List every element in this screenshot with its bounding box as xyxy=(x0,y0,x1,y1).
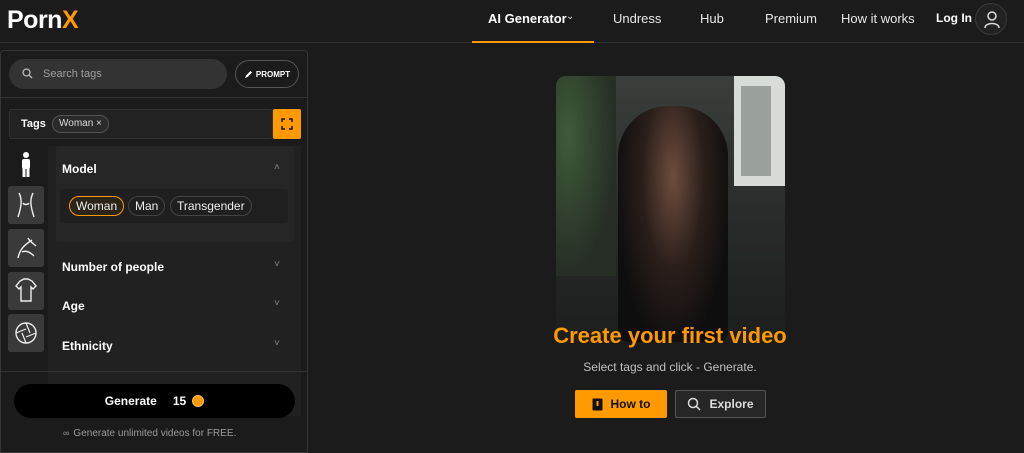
category-list: Model ˄ Woman Man Transgender Number of … xyxy=(48,146,301,416)
search-input[interactable] xyxy=(43,59,223,89)
pose-icon xyxy=(17,237,37,259)
infinity-icon: ∞ xyxy=(63,428,70,438)
chevron-up-icon[interactable]: ˄ xyxy=(274,162,280,173)
divider xyxy=(1,97,307,98)
expand-icon xyxy=(281,118,293,130)
search-box[interactable] xyxy=(9,59,227,89)
explore-label: Explore xyxy=(709,397,754,411)
tags-label: Tags xyxy=(21,118,46,130)
option-transgender[interactable]: Transgender xyxy=(170,196,252,216)
free-note: ∞ Generate unlimited videos for FREE. xyxy=(63,428,236,439)
search-icon xyxy=(688,397,702,411)
page-title: Create your first video xyxy=(553,323,787,348)
section-number-of-people[interactable]: Number of people xyxy=(62,260,164,274)
clothing-icon xyxy=(15,278,37,302)
logo-accent: X xyxy=(61,6,79,34)
expand-button[interactable] xyxy=(273,109,301,139)
generator-panel: PROMPT Tags Woman × xyxy=(0,50,308,453)
generate-label: Generate xyxy=(104,394,157,408)
top-nav: PornX AI Generator ⌄ Undress Hub Premium… xyxy=(0,0,1024,43)
category-camera[interactable] xyxy=(8,314,44,352)
category-body[interactable] xyxy=(8,186,44,224)
book-icon xyxy=(592,398,602,410)
user-icon xyxy=(984,11,1000,29)
category-clothing[interactable] xyxy=(8,272,44,310)
category-model[interactable] xyxy=(8,146,44,184)
login-link[interactable]: Log In xyxy=(936,11,972,25)
how-to-label: How to xyxy=(610,397,651,411)
nav-ai-generator[interactable]: AI Generator ⌄ xyxy=(472,0,594,43)
pencil-icon xyxy=(244,70,252,78)
preview-background xyxy=(741,86,771,176)
how-to-button[interactable]: How to xyxy=(575,390,667,418)
user-account-button[interactable] xyxy=(975,3,1007,35)
nav-how-it-works[interactable]: How it works xyxy=(841,11,915,26)
chevron-down-icon: ⌄ xyxy=(566,11,575,22)
nav-undress[interactable]: Undress xyxy=(613,11,661,26)
page-subtitle: Select tags and click - Generate. xyxy=(583,360,757,374)
section-model-title[interactable]: Model xyxy=(62,162,97,176)
logo[interactable]: PornX xyxy=(7,6,79,35)
coin-icon xyxy=(192,395,205,407)
chevron-down-icon[interactable]: ˅ xyxy=(274,298,280,309)
prompt-label: PROMPT xyxy=(255,69,291,79)
example-video-preview[interactable] xyxy=(556,76,785,342)
nav-hub[interactable]: Hub xyxy=(700,11,724,26)
generate-cost: 15 xyxy=(172,394,187,408)
nav-ai-generator-label: AI Generator xyxy=(488,11,567,26)
nav-premium[interactable]: Premium xyxy=(765,11,817,26)
section-age[interactable]: Age xyxy=(62,299,85,313)
tag-chip-woman[interactable]: Woman × xyxy=(52,115,109,133)
search-icon xyxy=(22,68,33,79)
section-ethnicity[interactable]: Ethnicity xyxy=(62,339,113,353)
selected-tags-bar: Tags Woman × xyxy=(9,109,273,139)
category-pose[interactable] xyxy=(8,229,44,267)
prompt-button[interactable]: PROMPT xyxy=(235,60,299,88)
camera-lens-icon xyxy=(15,322,37,344)
option-woman[interactable]: Woman xyxy=(69,196,125,216)
chevron-down-icon[interactable]: ˅ xyxy=(274,338,280,349)
divider xyxy=(1,371,307,372)
preview-background xyxy=(556,76,616,276)
preview-figure xyxy=(618,106,728,342)
free-note-text: Generate unlimited videos for FREE. xyxy=(73,428,237,439)
person-icon xyxy=(22,152,30,177)
body-icon xyxy=(17,192,35,218)
logo-main: Porn xyxy=(7,6,62,34)
explore-button[interactable]: Explore xyxy=(675,390,766,418)
option-man[interactable]: Man xyxy=(128,196,166,216)
chevron-down-icon[interactable]: ˅ xyxy=(274,259,280,270)
generate-button[interactable]: Generate 15 xyxy=(14,384,295,418)
